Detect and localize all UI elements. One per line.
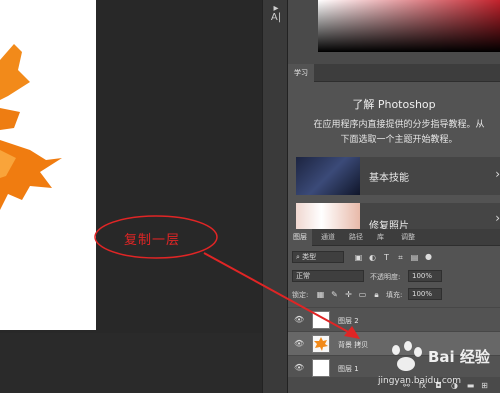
- tab-channels[interactable]: 通道: [316, 229, 340, 246]
- chevron-right-icon: ›: [495, 211, 500, 225]
- filter-kind-select[interactable]: ⌕ 类型: [292, 251, 344, 263]
- lock-row: 锁定: ▦ ✎ ✛ ▭ 🔒︎ 填充: 100%: [288, 288, 500, 302]
- card-label: 修复照片: [369, 221, 409, 229]
- learn-tabbar: 学习: [288, 64, 500, 82]
- right-panels: 学习 了解 Photoshop 在应用程序内直接提供的分步指导教程。从 下面选取…: [288, 0, 500, 393]
- leaf-thumbnail-icon: [314, 337, 328, 351]
- lock-pixels-icon[interactable]: ✎: [330, 290, 339, 299]
- eye-icon[interactable]: 👁︎: [294, 339, 304, 348]
- status-area: [0, 333, 262, 393]
- learn-title: 了解 Photoshop: [352, 98, 436, 111]
- learn-subtitle-line2: 下面选取一个主题开始教程。: [340, 135, 458, 145]
- image-filter-icon[interactable]: ▣: [354, 253, 363, 262]
- lock-transparency-icon[interactable]: ▦: [316, 290, 325, 299]
- panel-toolstrip: ▸ A|: [262, 0, 288, 393]
- maple-leaf-image: [0, 44, 62, 210]
- canvas-area[interactable]: [0, 0, 262, 393]
- layer-thumbnail: [312, 311, 330, 329]
- lock-all-icon[interactable]: 🔒︎: [372, 290, 381, 299]
- character-icon[interactable]: A|: [269, 12, 283, 24]
- document-canvas[interactable]: [0, 0, 96, 330]
- adjustment-filter-icon[interactable]: ◐: [368, 253, 377, 262]
- watermark-url: jingyan.baidu.com: [378, 376, 462, 386]
- tab-learn[interactable]: 学习: [288, 64, 314, 82]
- layer-name: 背景 拷贝: [338, 341, 369, 349]
- paw-logo-icon: [392, 341, 422, 371]
- lock-position-icon[interactable]: ✛: [344, 290, 353, 299]
- learn-subtitle-line1: 在应用程序内直接提供的分步指导教程。从: [313, 120, 485, 130]
- color-panel: [288, 0, 500, 64]
- layer-name: 图层 1: [338, 365, 359, 373]
- lock-label: 锁定:: [292, 291, 309, 299]
- blend-mode-select[interactable]: 正常: [292, 270, 364, 282]
- card-thumbnail: [296, 157, 360, 195]
- smart-object-filter-icon[interactable]: ▤: [410, 253, 419, 262]
- opacity-label: 不透明度:: [370, 273, 401, 281]
- shape-filter-icon[interactable]: ⌗: [396, 253, 405, 262]
- fill-input[interactable]: 100%: [408, 288, 442, 300]
- lock-artboard-icon[interactable]: ▭: [358, 290, 367, 299]
- eye-icon[interactable]: 👁︎: [294, 315, 304, 324]
- search-icon: ⌕: [296, 253, 300, 261]
- filter-toggle-icon[interactable]: ●: [424, 252, 433, 261]
- photoshop-window: ▸ A| 学习 了解 Photoshop 在应用程序内直接提供的分步指导教程。从…: [0, 0, 500, 393]
- filter-kind-value: 类型: [302, 253, 317, 261]
- opacity-input[interactable]: 100%: [408, 270, 442, 282]
- watermark-brand: Bai 经验: [428, 348, 490, 366]
- chevron-right-icon: ›: [495, 167, 500, 181]
- learn-card-repair-photos[interactable]: 修复照片 ›: [296, 203, 500, 229]
- layer-thumbnail: [312, 335, 330, 353]
- learn-subtitle: 在应用程序内直接提供的分步指导教程。从 下面选取一个主题开始教程。: [298, 118, 500, 148]
- card-thumbnail: [296, 203, 360, 229]
- type-filter-icon[interactable]: T: [382, 253, 391, 262]
- tab-libraries[interactable]: 库: [372, 229, 389, 246]
- learn-card-basic-skills[interactable]: 基本技能 ›: [296, 157, 500, 195]
- color-picker-field[interactable]: [318, 0, 500, 52]
- fill-label: 填充:: [386, 291, 403, 299]
- tab-paths[interactable]: 路径: [344, 229, 368, 246]
- blend-row: 正常 不透明度: 100%: [288, 270, 500, 284]
- layer-row[interactable]: 👁︎ 图层 2: [288, 307, 500, 331]
- layer-thumbnail: [312, 359, 330, 377]
- annotation-label: 复制一层: [124, 233, 181, 248]
- layer-name: 图层 2: [338, 317, 359, 325]
- baidu-watermark: Bai 经验 jingyan.baidu.com: [378, 340, 498, 390]
- filter-row: ⌕ 类型 ▣ ◐ T ⌗ ▤ ●: [288, 251, 500, 265]
- eye-icon[interactable]: 👁︎: [294, 363, 304, 372]
- card-label: 基本技能: [369, 173, 409, 184]
- layers-tabbar: 图层 通道 路径 库 调整: [288, 229, 500, 246]
- tab-adjustments[interactable]: 调整: [396, 229, 420, 246]
- tab-layers[interactable]: 图层: [288, 229, 312, 246]
- learn-panel: 学习 了解 Photoshop 在应用程序内直接提供的分步指导教程。从 下面选取…: [288, 64, 500, 229]
